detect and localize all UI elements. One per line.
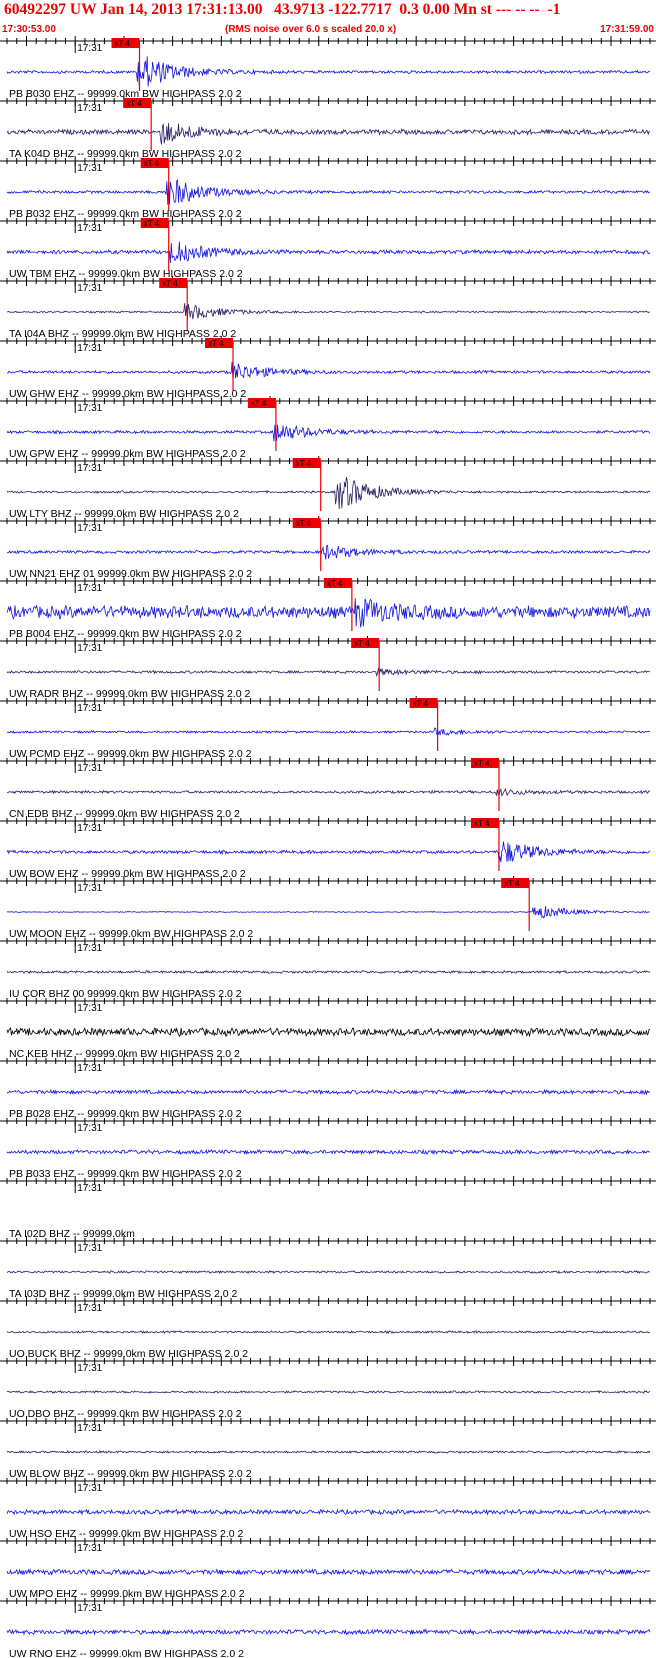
trace-label: PB B033 EHZ -- 99999.0km BW HIGHPASS 2.0…	[9, 1168, 242, 1180]
trace-label: UO BUCK BHZ -- 99999.0km BW HIGHPASS 2.0…	[9, 1348, 248, 1360]
waveform-trace	[6, 1508, 651, 1516]
minute-label: 17:31	[77, 583, 102, 594]
trace-label: NC KEB HHZ -- 99999.0km BW HIGHPASS 2.0 …	[9, 1048, 240, 1060]
trace-label: UW GHW EHZ -- 99999.0km BW HIGHPASS 2.0 …	[9, 388, 246, 400]
waveform-trace	[6, 544, 651, 560]
trace-label: TA I02D BHZ -- 99999.0km	[9, 1228, 135, 1240]
pick-label: xT 4	[413, 699, 429, 708]
pick-label: xT 4	[296, 519, 312, 528]
pick-label: xT 4	[144, 219, 160, 228]
minute-label: 17:31	[77, 223, 102, 234]
pick-label: xT 4	[474, 819, 490, 828]
pick-label: xT 4	[144, 159, 160, 168]
waveform-trace	[6, 1449, 651, 1454]
trace-label: UW TBM EHZ -- 99999.0km BW HIGHPASS 2.0 …	[9, 268, 243, 280]
minute-label: 17:31	[77, 103, 102, 114]
trace-label: PB B032 EHZ -- 99999.0km BW HIGHPASS 2.0…	[9, 208, 242, 220]
pick-label: xT 4	[474, 759, 490, 768]
minute-label: 17:31	[77, 1123, 102, 1134]
minute-label: 17:31	[77, 823, 102, 834]
minute-label: 17:31	[77, 523, 102, 534]
minute-label: 17:31	[77, 1363, 102, 1374]
waveform-trace	[6, 598, 651, 628]
waveform-trace	[6, 841, 651, 863]
trace-label: UW MPO EHZ -- 99999.0km BW HIGHPASS 2.0 …	[9, 1588, 245, 1600]
pick-label: xT 4	[114, 39, 130, 48]
waveform-trace	[6, 1568, 651, 1576]
trace-label: IU COR BHZ 00 99999.0km BW HIGHPASS 2.0 …	[9, 988, 242, 1000]
minute-label: 17:31	[77, 1423, 102, 1434]
waveform-trace	[6, 122, 651, 145]
minute-label: 17:31	[77, 1303, 102, 1314]
waveform-trace	[6, 476, 651, 510]
trace-label: PB B004 EHZ -- 99999.0km BW HIGHPASS 2.0…	[9, 628, 242, 640]
pick-label: xT 4	[327, 579, 343, 588]
trace-label: TA K04D BHZ -- 99999.0km BW HIGHPASS 2.0…	[9, 148, 242, 160]
waveform-trace	[6, 56, 651, 87]
waveform-trace	[6, 1148, 651, 1156]
pick-label: xT 4	[354, 639, 370, 648]
waveform-trace	[6, 1628, 651, 1636]
waveform-trace	[6, 727, 651, 737]
trace-label: UW PCMD EHZ -- 99999.0km BW HIGHPASS 2.0…	[9, 748, 252, 760]
pick-label: xT 4	[208, 339, 224, 348]
pick-label: xT 4	[251, 399, 267, 408]
waveform-trace	[6, 667, 651, 678]
minute-label: 17:31	[77, 643, 102, 654]
waveform-trace	[6, 1269, 650, 1275]
waveform-trace	[6, 1330, 651, 1335]
trace-label: UW GPW EHZ -- 99999.0km BW HIGHPASS 2.0 …	[9, 448, 246, 460]
minute-label: 17:31	[77, 1183, 102, 1194]
trace-label: UW RADR BHZ -- 99999.0km BW HIGHPASS 2.0…	[9, 688, 251, 700]
minute-label: 17:31	[77, 463, 102, 474]
waveform-trace	[6, 1026, 651, 1038]
waveform-trace	[6, 787, 651, 797]
waveform-trace	[6, 906, 651, 919]
minute-label: 17:31	[77, 1243, 102, 1254]
trace-label: UW BLOW BHZ -- 99999.0km BW HIGHPASS 2.0…	[9, 1468, 252, 1480]
pick-label: xT 4	[162, 279, 178, 288]
minute-label: 17:31	[77, 43, 102, 54]
trace-label: UW HSO EHZ -- 99999.0km BW HIGHPASS 2.0 …	[9, 1528, 244, 1540]
waveform-trace	[6, 424, 651, 442]
minute-label: 17:31	[77, 1483, 102, 1494]
minute-label: 17:31	[77, 283, 102, 294]
minute-label: 17:31	[77, 1603, 102, 1614]
waveform-trace	[6, 362, 651, 380]
minute-label: 17:31	[77, 1543, 102, 1554]
pick-label: xT 4	[296, 459, 312, 468]
seismogram-plot: 17:31 xT 4PB B030 EHZ -- 99999.0km BW HIG…	[0, 36, 656, 1658]
trace-label: UW BOW EHZ -- 99999.0km BW HIGHPASS 2.0 …	[9, 868, 246, 880]
trace-label: UW RNO EHZ -- 99999.0km BW HIGHPASS 2.0 …	[9, 1648, 244, 1658]
trace-label: PB B028 EHZ -- 99999.0km BW HIGHPASS 2.0…	[9, 1108, 242, 1120]
minute-label: 17:31	[77, 883, 102, 894]
trace-label: UO DBO BHZ -- 99999.0km BW HIGHPASS 2.0 …	[9, 1408, 242, 1420]
waveform-trace	[6, 1088, 650, 1096]
waveform-trace	[6, 969, 651, 975]
minute-label: 17:31	[77, 943, 102, 954]
waveform-trace	[6, 303, 651, 321]
waveform-trace	[6, 241, 651, 263]
pick-label: xT 4	[126, 99, 142, 108]
minute-label: 17:31	[77, 403, 102, 414]
waveform-trace	[6, 1390, 651, 1394]
minute-label: 17:31	[77, 1003, 102, 1014]
trace-label: TA I03D BHZ -- 99999.0km BW HIGHPASS 2.0…	[9, 1288, 238, 1300]
trace-label: CN EDB BHZ -- 99999.0km BW HIGHPASS 2.0 …	[9, 808, 240, 820]
minute-label: 17:31	[77, 163, 102, 174]
pick-label: xT 4	[504, 879, 520, 888]
minute-label: 17:31	[77, 1063, 102, 1074]
waveform-trace	[6, 179, 651, 205]
minute-label: 17:31	[77, 703, 102, 714]
minute-label: 17:31	[77, 763, 102, 774]
minute-label: 17:31	[77, 343, 102, 354]
